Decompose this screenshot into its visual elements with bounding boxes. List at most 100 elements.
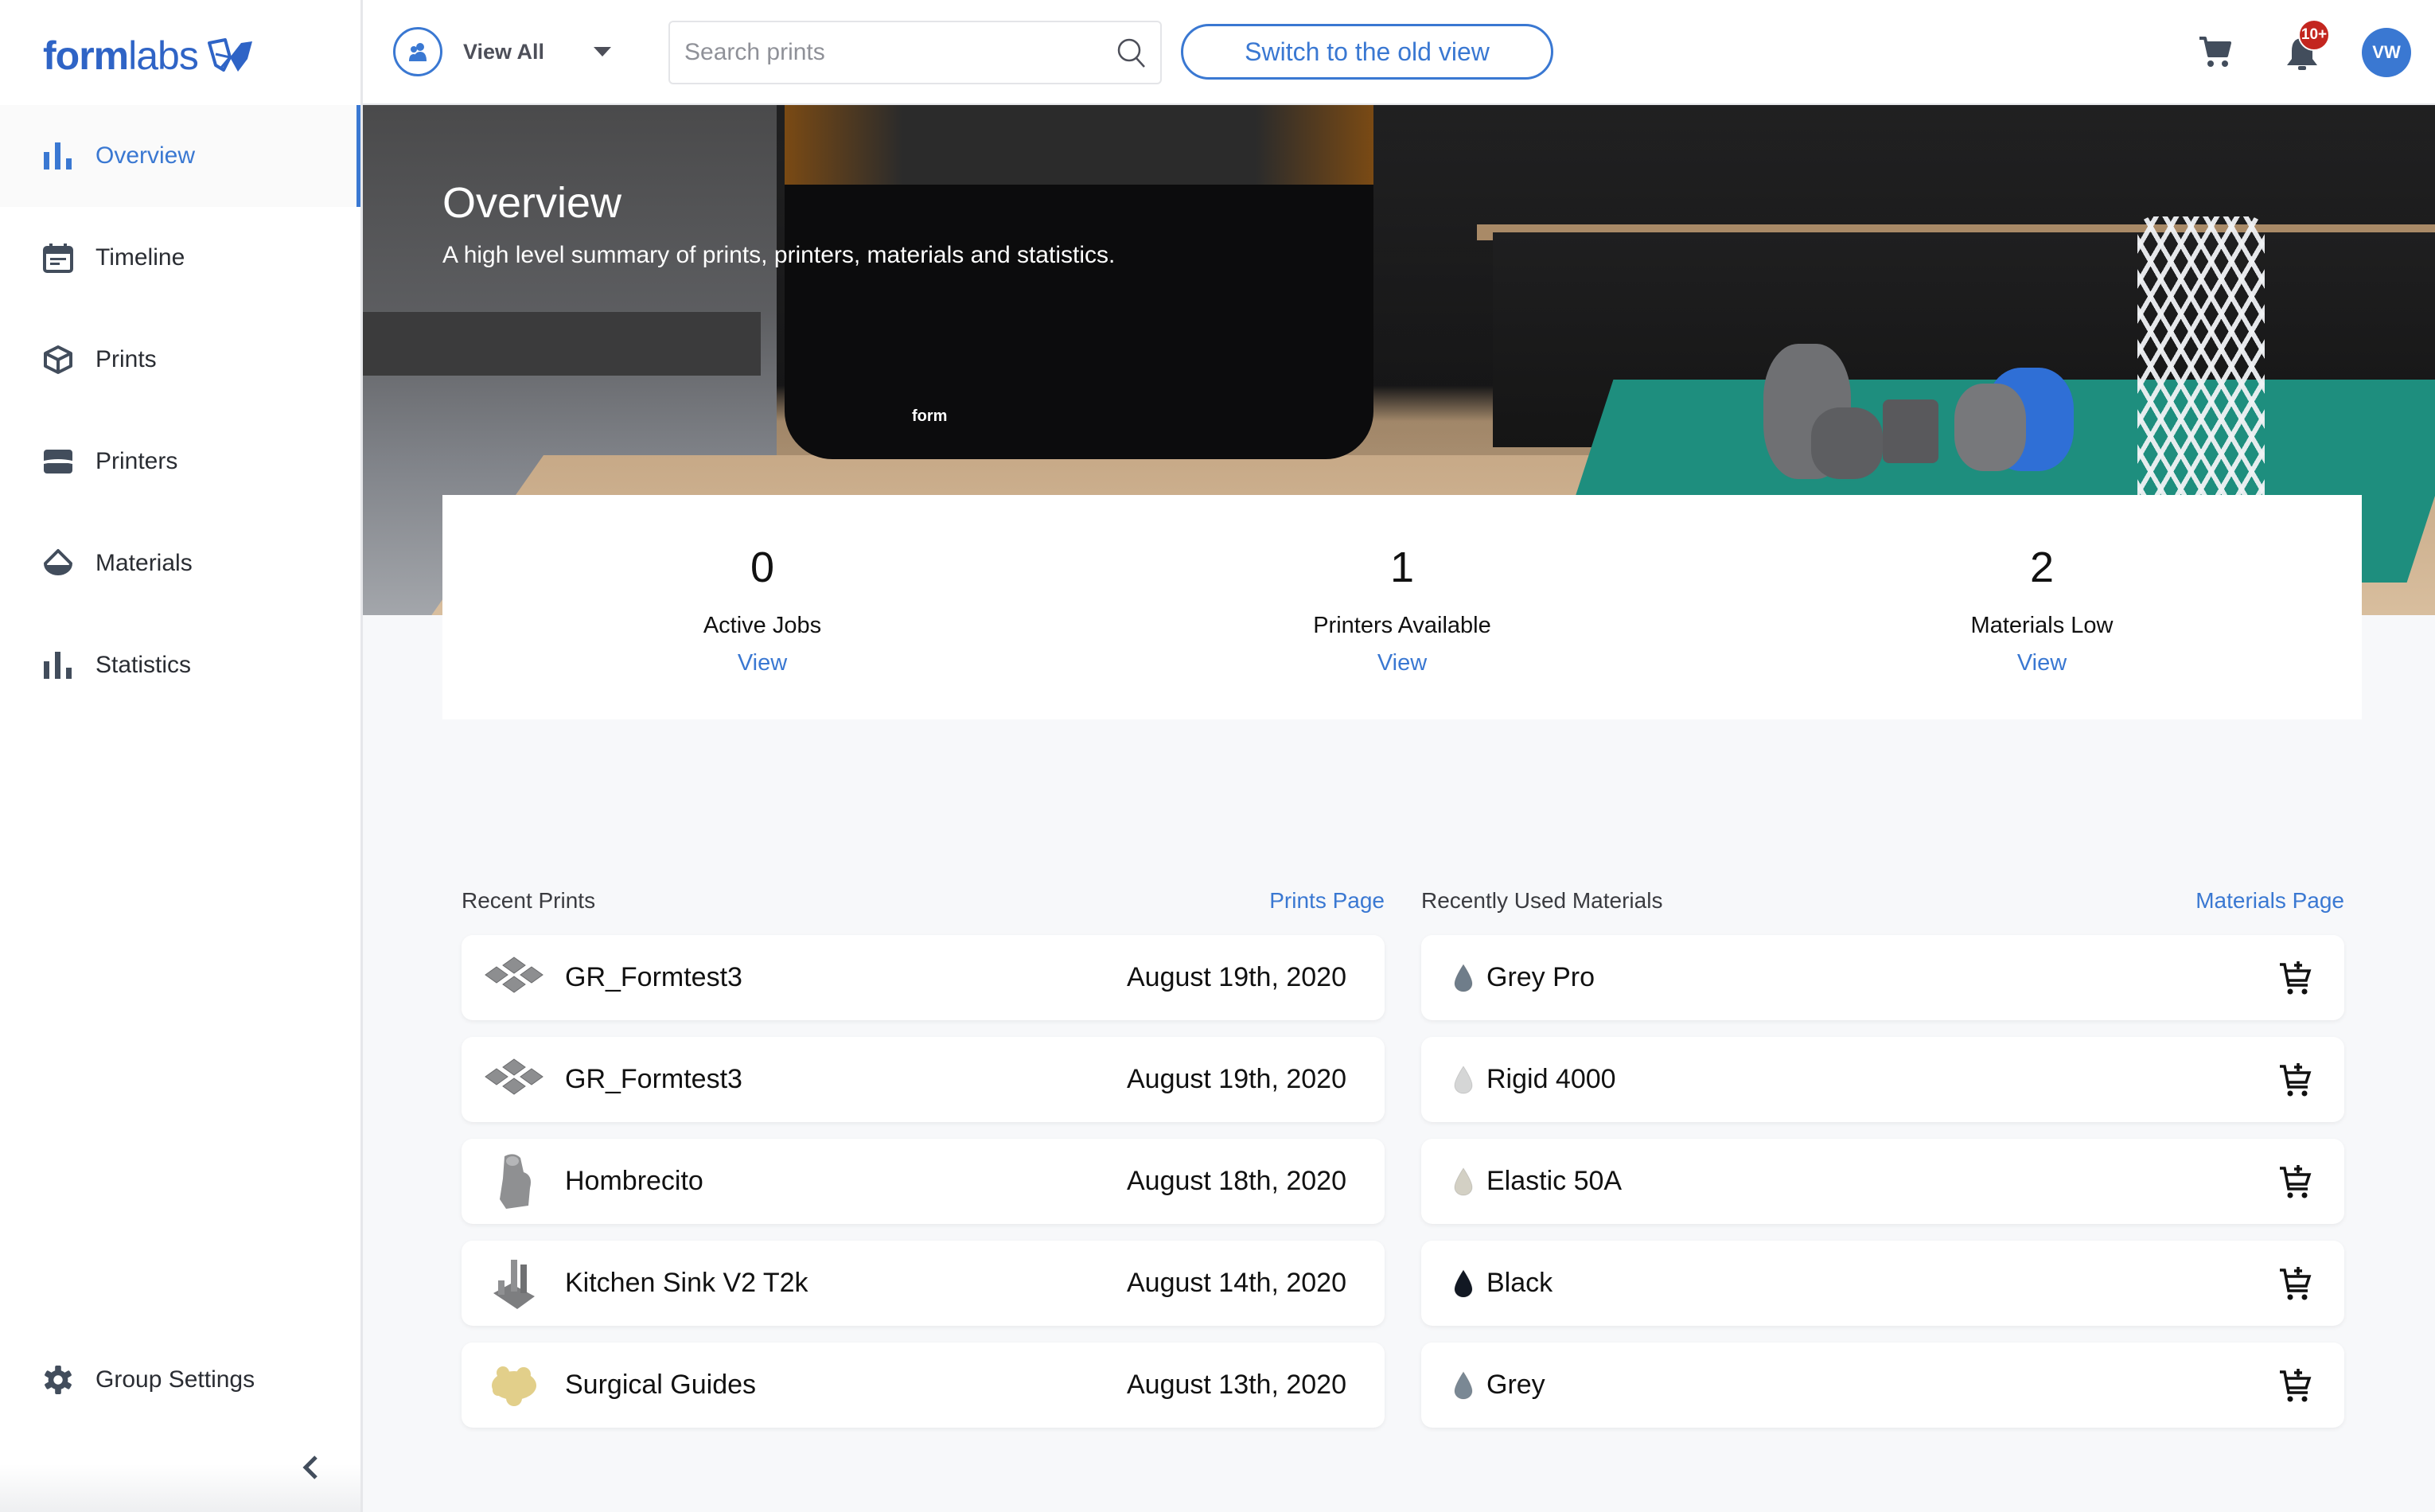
view-filter-label: View All (463, 39, 545, 64)
recent-material-row[interactable]: Grey (1421, 1342, 2344, 1428)
print-thumbnail (476, 946, 552, 1010)
print-date: August 19th, 2020 (1126, 1064, 1346, 1094)
section-header: Recent Prints Prints Page (462, 883, 1385, 918)
group-icon-circle (393, 27, 442, 76)
print-date: August 14th, 2020 (1126, 1268, 1346, 1298)
sidebar-item-label: Statistics (95, 652, 192, 678)
recent-material-row[interactable]: Elastic 50A (1421, 1139, 2344, 1224)
search-input[interactable] (684, 39, 1116, 66)
bar-chart-icon (43, 141, 73, 171)
section-title: Recent Prints (462, 888, 596, 913)
sidebar-item-materials[interactable]: Materials (0, 512, 360, 614)
materials-page-link[interactable]: Materials Page (2195, 888, 2344, 914)
print-name: GR_Formtest3 (565, 1064, 742, 1094)
view-materials-low-link[interactable]: View (2017, 650, 2067, 676)
add-to-cart-icon[interactable] (2277, 1367, 2314, 1404)
sidebar-item-prints[interactable]: Prints (0, 309, 360, 411)
sidebar-nav: Overview Timeline Prints Printers Materi… (0, 105, 360, 716)
sidebar-item-label: Printers (95, 448, 178, 474)
recent-print-row[interactable]: Surgical Guides August 13th, 2020 (462, 1342, 1385, 1428)
switch-old-view-button[interactable]: Switch to the old view (1181, 24, 1553, 80)
view-filter-dropdown[interactable]: View All (393, 26, 611, 77)
formlabs-logo[interactable]: formlabs (43, 32, 255, 80)
search-icon[interactable] (1116, 37, 1147, 68)
sidebar-item-statistics[interactable]: Statistics (0, 614, 360, 716)
resin-drop-icon (1454, 1370, 1473, 1399)
collapse-sidebar-button[interactable] (296, 1450, 325, 1485)
chevron-left-icon (302, 1455, 318, 1479)
gear-icon (43, 1365, 73, 1395)
print-date: August 19th, 2020 (1126, 962, 1346, 992)
caret-down-icon (594, 47, 611, 57)
notification-count-badge: 10+ (2298, 19, 2330, 51)
page-title: Overview (442, 179, 622, 227)
stat-label: Active Jobs (703, 613, 822, 638)
shopping-cart-icon (2199, 37, 2231, 67)
hero-printed-part (1883, 399, 1938, 463)
add-to-cart-icon[interactable] (2277, 960, 2314, 996)
recent-print-row[interactable]: Kitchen Sink V2 T2k August 14th, 2020 (462, 1241, 1385, 1326)
sidebar-item-overview[interactable]: Overview (0, 105, 360, 207)
sidebar-item-group-settings[interactable]: Group Settings (0, 1329, 360, 1431)
stat-value: 0 (750, 544, 775, 591)
section-title: Recently Used Materials (1421, 888, 1663, 913)
stat-active-jobs: 0 Active Jobs View (442, 495, 1082, 719)
sidebar-item-timeline[interactable]: Timeline (0, 207, 360, 309)
recent-material-row[interactable]: Grey Pro (1421, 935, 2344, 1020)
page-subtitle: A high level summary of prints, printers… (442, 242, 1116, 268)
print-thumbnail (476, 1354, 552, 1417)
sidebar-item-label: Timeline (95, 244, 185, 271)
sidebar-item-label: Prints (95, 346, 157, 372)
prints-page-link[interactable]: Prints Page (1269, 888, 1385, 914)
sidebar-item-label: Overview (95, 142, 196, 169)
add-to-cart-icon[interactable] (2277, 1062, 2314, 1098)
user-avatar[interactable]: VW (2362, 28, 2411, 77)
print-date: August 13th, 2020 (1126, 1370, 1346, 1400)
print-thumbnail (476, 1048, 552, 1112)
butterfly-logo-icon (207, 38, 252, 72)
users-icon (409, 43, 427, 61)
summary-stats-card: 0 Active Jobs View 1 Printers Available … (442, 495, 2362, 719)
printer-brand-mark: form (912, 407, 948, 425)
sidebar-item-printers[interactable]: Printers (0, 411, 360, 512)
material-name: Grey (1486, 1370, 1545, 1400)
section-header: Recently Used Materials Materials Page (1421, 883, 2344, 918)
view-active-jobs-link[interactable]: View (738, 650, 787, 676)
recent-material-row[interactable]: Rigid 4000 (1421, 1037, 2344, 1122)
bar-chart-icon (43, 650, 73, 680)
stat-label: Printers Available (1313, 613, 1491, 638)
print-name: Surgical Guides (565, 1370, 757, 1400)
printer-icon (43, 446, 73, 477)
recent-prints-list: GR_Formtest3 August 19th, 2020 GR_Formtest… (462, 935, 1385, 1428)
recent-prints-section: Recent Prints Prints Page GR_Formtest3 Au… (462, 883, 1385, 1428)
resin-drop-icon (1454, 1065, 1473, 1093)
cart-button[interactable] (2198, 35, 2233, 70)
hero-printed-part (1954, 384, 2026, 471)
hero-printed-part (1811, 407, 1883, 479)
logo-wordmark: formlabs (43, 33, 199, 78)
view-printers-available-link[interactable]: View (1377, 650, 1427, 676)
resin-drop-icon (43, 548, 73, 579)
stat-value: 1 (1389, 544, 1415, 591)
calendar-icon (43, 243, 73, 273)
recent-material-row[interactable]: Black (1421, 1241, 2344, 1326)
print-name: GR_Formtest3 (565, 962, 742, 992)
stat-printers-available: 1 Printers Available View (1082, 495, 1722, 719)
recent-print-row[interactable]: GR_Formtest3 August 19th, 2020 (462, 935, 1385, 1020)
print-thumbnail (476, 1150, 552, 1214)
print-date: August 18th, 2020 (1126, 1166, 1346, 1196)
top-bar: View All Switch to the old view 10+ VW (363, 0, 2435, 105)
hero-printer-lid (785, 105, 1373, 185)
add-to-cart-icon[interactable] (2277, 1265, 2314, 1302)
stat-label: Materials Low (1970, 613, 2114, 638)
recent-print-row[interactable]: Hombrecito August 18th, 2020 (462, 1139, 1385, 1224)
material-name: Grey Pro (1486, 962, 1595, 992)
stat-materials-low: 2 Materials Low View (1722, 495, 2362, 719)
recent-materials-section: Recently Used Materials Materials Page G… (1421, 883, 2344, 1428)
add-to-cart-icon[interactable] (2277, 1163, 2314, 1200)
hero-background-shelf (363, 312, 761, 376)
resin-drop-icon (1454, 1167, 1473, 1195)
resin-drop-icon (1454, 1268, 1473, 1297)
recent-print-row[interactable]: GR_Formtest3 August 19th, 2020 (462, 1037, 1385, 1122)
material-name: Elastic 50A (1486, 1166, 1623, 1196)
